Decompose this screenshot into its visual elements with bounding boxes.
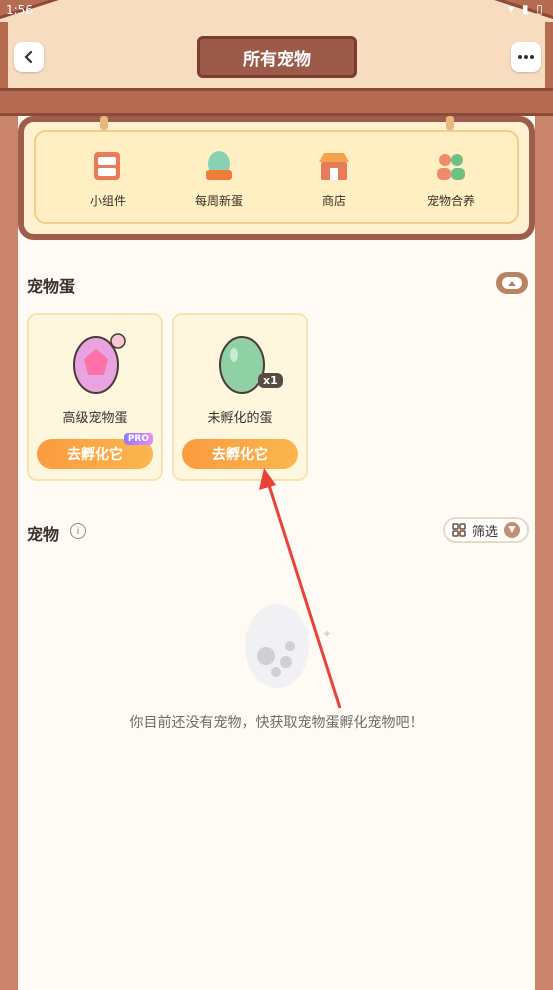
egg-name: 高级宠物蛋 — [62, 411, 128, 426]
chevron-left-icon — [24, 50, 33, 64]
tool-shop[interactable]: 商店 — [284, 150, 384, 209]
content-panel — [18, 116, 535, 990]
tool-weekly-egg[interactable]: 每周新蛋 — [169, 150, 269, 209]
egg-card-premium[interactable]: 高级宠物蛋 去孵化它 PRO — [27, 313, 163, 481]
pro-badge: PRO — [123, 433, 153, 445]
status-bar: 1:56 ▾ ▮ ▯ — [0, 0, 553, 22]
info-icon[interactable]: i — [70, 523, 86, 539]
tool-label: 宠物合养 — [426, 194, 475, 208]
chevron-down-icon: ▼ — [504, 522, 520, 538]
svg-text:✦: ✦ — [322, 627, 332, 641]
egg-count-badge: x1 — [258, 373, 283, 388]
more-button[interactable] — [511, 42, 541, 72]
tools-board: 小组件 每周新蛋 商店 宠物合养 — [18, 116, 535, 244]
page-title: 所有宠物 — [197, 36, 357, 78]
hatch-button[interactable]: 去孵化它 — [182, 439, 298, 469]
eggs-section-title: 宠物蛋 — [27, 277, 76, 296]
pets-section-title: 宠物 — [27, 525, 60, 544]
weekly-egg-icon — [206, 151, 232, 180]
filter-button[interactable]: 筛选 ▼ — [443, 517, 529, 543]
shop-icon — [319, 153, 349, 180]
tool-widget[interactable]: 小组件 — [58, 150, 158, 209]
tool-label: 每周新蛋 — [194, 194, 243, 208]
empty-egg-illustration: ✦ — [245, 604, 332, 688]
back-button[interactable] — [14, 42, 44, 72]
filter-label: 筛选 — [471, 524, 498, 540]
widget-icon — [94, 152, 120, 180]
egg-card-unhatched[interactable]: x1 未孵化的蛋 去孵化它 — [172, 313, 308, 481]
tool-co-raise[interactable]: 宠物合养 — [401, 150, 501, 209]
status-icons: ▾ ▮ ▯ — [508, 2, 545, 16]
premium-egg-icon — [73, 333, 126, 394]
more-dots-icon — [518, 55, 534, 59]
grid-icon — [452, 523, 466, 537]
empty-state-text: 你目前还没有宠物，快获取宠物蛋孵化宠物吧！ — [129, 715, 424, 731]
tool-label: 小组件 — [89, 194, 126, 208]
tool-label: 商店 — [321, 194, 346, 208]
collapse-button[interactable] — [496, 272, 528, 294]
co-raise-icon — [437, 154, 465, 180]
status-time: 1:56 — [6, 3, 33, 17]
egg-name: 未孵化的蛋 — [207, 411, 273, 426]
chevron-up-icon — [502, 277, 522, 289]
